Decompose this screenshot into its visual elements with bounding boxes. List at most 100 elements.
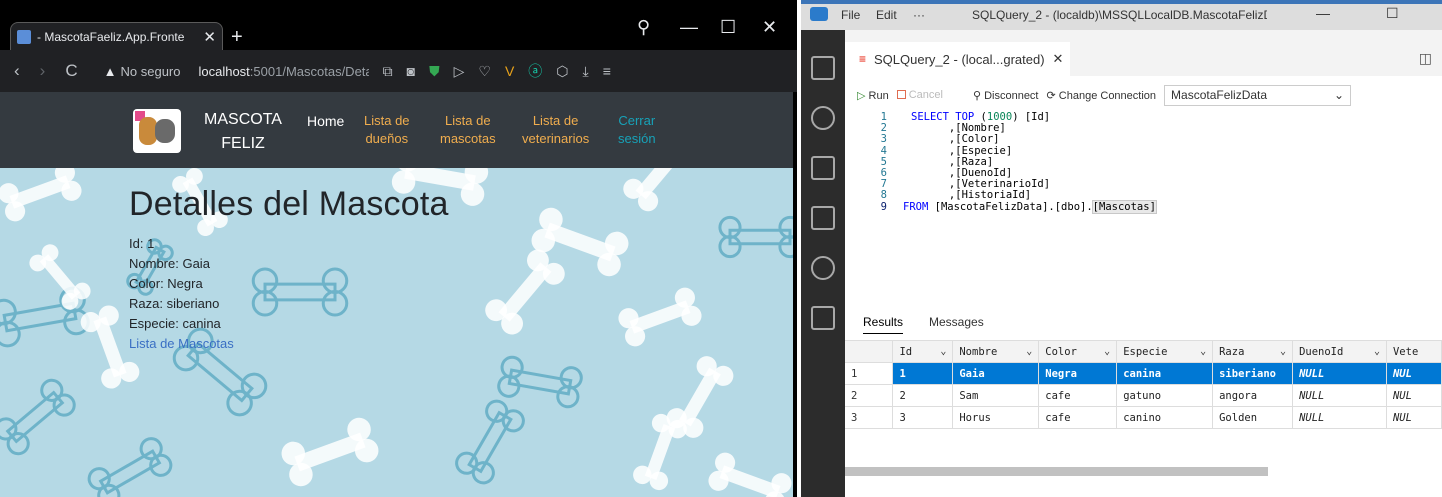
column-header-label: Nombre — [959, 345, 998, 358]
table-cell[interactable]: NUL — [1386, 384, 1442, 407]
table-cell[interactable]: Horus — [952, 406, 1040, 429]
browser-tab[interactable]: - MascotaFaeliz.App.Fronte ✕ — [10, 22, 223, 50]
source-control-icon[interactable] — [811, 256, 835, 280]
chevron-down-icon[interactable]: ⌄ — [1374, 346, 1380, 357]
table-cell[interactable]: canina — [1116, 362, 1214, 385]
table-row[interactable]: 3 3 Horus cafe canino Golden NULL NUL — [845, 406, 1442, 429]
nav-lista-veterinarios[interactable]: Lista de veterinarios — [522, 112, 589, 148]
nav-lista-mascotas[interactable]: Lista de mascotas — [440, 112, 496, 148]
forward-button[interactable]: › — [40, 61, 46, 81]
table-cell[interactable]: 2 — [892, 384, 954, 407]
download-icon[interactable]: ⤓ — [583, 63, 589, 80]
chevron-down-icon[interactable]: ⌄ — [1104, 346, 1110, 357]
table-cell[interactable]: Sam — [952, 384, 1040, 407]
reload-button[interactable]: C — [65, 61, 77, 81]
explorer-icon[interactable] — [811, 206, 835, 230]
table-cell[interactable]: canino — [1116, 406, 1214, 429]
extensions-icon[interactable] — [811, 306, 835, 330]
database-select[interactable]: MascotaFelizData ⌄ — [1164, 84, 1352, 106]
sql-editor[interactable]: 1 SELECT TOP (1000) [Id] 2 ,[Nombre] 3 ,[Co… — [845, 110, 1442, 255]
row-number[interactable]: 3 — [845, 406, 894, 429]
menu-edit[interactable]: Edit — [876, 8, 897, 22]
table-cell[interactable]: Golden — [1212, 406, 1294, 429]
menu-icon[interactable]: ≡ — [603, 63, 611, 79]
run-button[interactable]: ▷ Run — [857, 89, 889, 102]
close-window-button[interactable]: ✕ — [762, 17, 777, 38]
row-number[interactable]: 2 — [845, 384, 894, 407]
table-cell[interactable]: Gaia — [952, 362, 1040, 385]
vk-icon[interactable]: V — [505, 63, 514, 79]
cancel-button[interactable]: Cancel — [896, 89, 943, 101]
column-header[interactable]: Especie ⌄ — [1116, 340, 1214, 363]
maximize-button[interactable]: ☐ — [720, 17, 736, 38]
table-cell[interactable]: cafe — [1038, 406, 1118, 429]
new-tab-button[interactable]: + — [231, 26, 243, 49]
tab-messages[interactable]: Messages — [929, 315, 984, 334]
search-tabs-icon[interactable]: ⚲ — [637, 17, 650, 38]
screenshot-icon[interactable]: ◙ — [407, 63, 415, 79]
row-number[interactable]: 1 — [845, 362, 894, 385]
chevron-down-icon[interactable]: ⌄ — [940, 346, 946, 357]
share-icon[interactable]: ⧉ — [383, 63, 393, 80]
change-connection-button[interactable]: ⟳ Change Connection — [1047, 89, 1157, 102]
send-icon[interactable]: ▷ — [454, 63, 465, 80]
table-cell[interactable]: NULL — [1292, 384, 1387, 407]
column-header[interactable]: Vete — [1386, 340, 1442, 363]
editor-tab-sqlquery[interactable]: ≡ SQLQuery_2 - (local...grated) ✕ — [845, 42, 1070, 76]
table-row[interactable]: 2 2 Sam cafe gatuno angora NULL NUL — [845, 384, 1442, 407]
security-label[interactable]: No seguro — [121, 64, 181, 79]
table-row[interactable]: 1 1 Gaia Negra canina siberiano NULL NUL — [845, 362, 1442, 385]
minimize-button[interactable]: — — [680, 17, 698, 38]
shield-icon[interactable]: ⛊ — [429, 63, 440, 80]
connections-icon[interactable] — [811, 56, 835, 80]
column-header[interactable]: Color ⌄ — [1038, 340, 1118, 363]
table-cell[interactable]: angora — [1212, 384, 1294, 407]
back-to-list-link[interactable]: Lista de Mascotas — [129, 336, 234, 351]
address-bar[interactable]: ▲ No seguro localhost:5001/Mascotas/Deta… — [104, 64, 369, 79]
nav-lista-duenos[interactable]: Lista de dueños — [364, 112, 410, 148]
back-button[interactable]: ‹ — [14, 61, 20, 81]
horizontal-scrollbar[interactable] — [845, 467, 1268, 476]
ads-minimize-button[interactable]: — — [1316, 5, 1330, 21]
warning-icon[interactable]: ▲ — [104, 64, 117, 79]
column-header[interactable]: Nombre ⌄ — [952, 340, 1040, 363]
editor-tab-close-icon[interactable]: ✕ — [1053, 51, 1064, 67]
site-logo[interactable] — [133, 109, 181, 153]
menu-more[interactable]: ··· — [913, 8, 925, 22]
chevron-down-icon[interactable]: ⌄ — [1026, 346, 1032, 357]
notebooks-icon[interactable] — [811, 156, 835, 180]
table-cell[interactable]: siberiano — [1212, 362, 1294, 385]
table-cell[interactable]: cafe — [1038, 384, 1118, 407]
nav-home[interactable]: Home — [307, 112, 344, 130]
browser-window: - MascotaFaeliz.App.Fronte ✕ + ⚲ — ☐ ✕ ‹… — [0, 0, 797, 497]
table-cell[interactable]: NUL — [1386, 362, 1442, 385]
ads-maximize-button[interactable]: ☐ — [1386, 5, 1399, 22]
menu-file[interactable]: File — [841, 8, 860, 22]
tab-close-icon[interactable]: ✕ — [203, 28, 216, 46]
disconnect-button[interactable]: ⚲ Disconnect — [973, 89, 1039, 102]
table-cell[interactable]: NULL — [1292, 362, 1387, 385]
chevron-down-icon[interactable]: ⌄ — [1280, 346, 1286, 357]
table-cell[interactable]: NUL — [1386, 406, 1442, 429]
tab-results[interactable]: Results — [863, 315, 904, 334]
bone-decoration — [0, 162, 82, 222]
table-cell[interactable]: 1 — [892, 362, 954, 385]
cube-icon[interactable]: ⬡ — [556, 63, 568, 80]
search-icon[interactable] — [811, 106, 835, 130]
chevron-down-icon[interactable]: ⌄ — [1200, 346, 1206, 357]
table-cell[interactable]: 3 — [892, 406, 954, 429]
column-header[interactable]: DuenoId ⌄ — [1292, 340, 1387, 363]
table-cell[interactable]: Negra — [1038, 362, 1118, 385]
results-tabs: Results Messages — [863, 315, 1010, 334]
code-line[interactable]: FROM [MascotaFelizData].[dbo].[Mascotas] — [903, 199, 1157, 214]
nav-cerrar-sesion[interactable]: Cerrar sesión — [618, 112, 656, 148]
a-icon[interactable]: ⓐ — [528, 61, 542, 81]
site-brand[interactable]: MASCOTA FELIZ — [198, 108, 288, 156]
results-grid[interactable]: Id ⌄ Nombre ⌄ Color ⌄ Especie ⌄ Raza ⌄ DuenoId ⌄ Vet… — [845, 340, 1442, 429]
heart-icon[interactable]: ♡ — [478, 63, 491, 80]
table-cell[interactable]: NULL — [1292, 406, 1387, 429]
column-header[interactable]: Id ⌄ — [892, 340, 954, 363]
table-cell[interactable]: gatuno — [1116, 384, 1214, 407]
column-header[interactable]: Raza ⌄ — [1212, 340, 1294, 363]
split-editor-icon[interactable]: ◫ — [1419, 50, 1432, 67]
